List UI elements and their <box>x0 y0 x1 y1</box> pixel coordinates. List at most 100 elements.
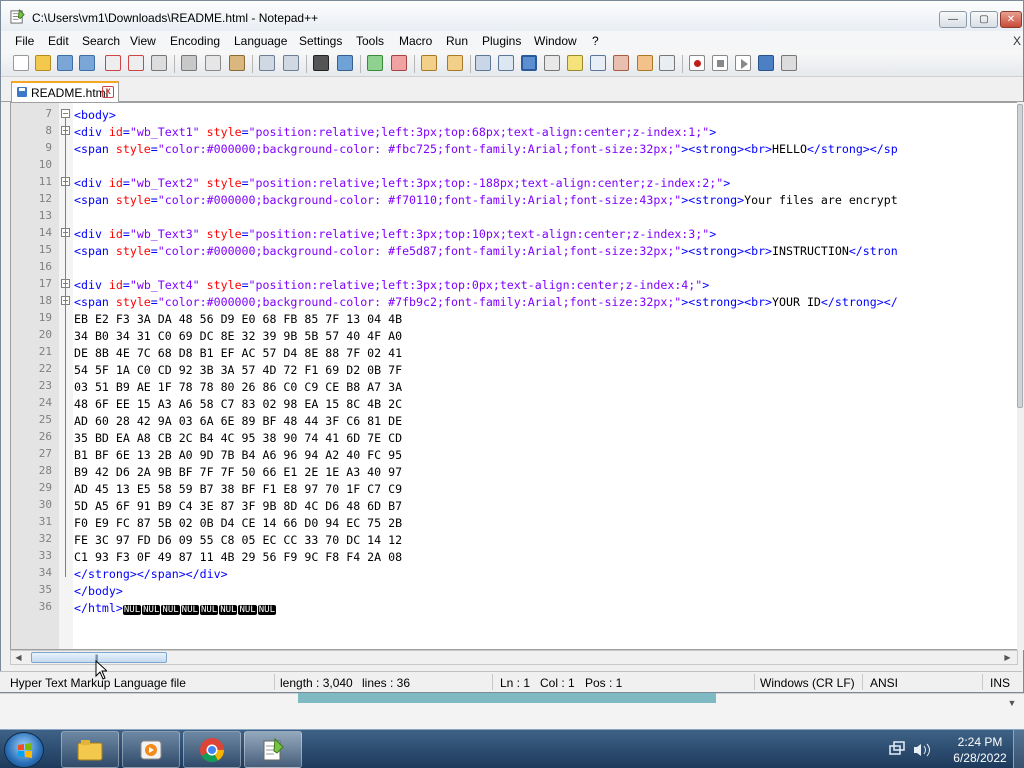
indent-guide-icon[interactable] <box>521 55 537 71</box>
clock-time[interactable]: 2:24 PM <box>950 735 1010 749</box>
open-file-icon[interactable] <box>35 55 51 71</box>
fold-toggle-icon[interactable] <box>61 109 70 118</box>
close-button[interactable]: ✕ <box>1000 11 1022 28</box>
code-line[interactable]: C1 93 F3 0F 49 87 11 4B 29 56 F9 9C F8 F… <box>74 549 402 566</box>
sync-horizontal-icon[interactable] <box>447 55 463 71</box>
code-line[interactable]: </html>NUL NUL NUL NUL NUL NUL NUL NUL <box>74 600 277 617</box>
close-all-icon[interactable] <box>128 55 144 71</box>
show-all-chars-icon[interactable] <box>498 55 514 71</box>
find-icon[interactable] <box>313 55 329 71</box>
zoom-out-icon[interactable] <box>391 55 407 71</box>
undo-icon[interactable] <box>259 55 275 71</box>
horizontal-scrollbar[interactable]: ◀ ||| ▶ <box>10 650 1018 665</box>
user-language-icon[interactable] <box>544 55 560 71</box>
scroll-right-arrow-icon[interactable]: ▶ <box>1001 652 1014 664</box>
save-all-icon[interactable] <box>79 55 95 71</box>
code-line[interactable]: B9 42 D6 2A 9B BF 7F 7F 50 66 E1 2E 1E A… <box>74 464 402 481</box>
word-wrap-icon[interactable] <box>475 55 491 71</box>
code-line[interactable]: EB E2 F3 3A DA 48 56 D9 E0 68 FB 85 7F 1… <box>74 311 402 328</box>
doc-map-icon[interactable] <box>567 55 583 71</box>
menu-settings[interactable]: Settings <box>299 34 342 48</box>
minimize-button[interactable]: — <box>939 11 967 28</box>
taskbar-notepadpp[interactable] <box>244 731 302 768</box>
taskbar-chrome[interactable] <box>183 731 241 768</box>
code-line[interactable]: FE 3C 97 FD D6 09 55 C8 05 EC CC 33 70 D… <box>74 532 402 549</box>
code-token: YOUR ID <box>772 295 821 309</box>
redo-icon[interactable] <box>283 55 299 71</box>
code-line[interactable]: DE 8B 4E 7C 68 D8 B1 EF AC 57 D4 8E 88 7… <box>74 345 402 362</box>
menu-file[interactable]: File <box>15 34 34 48</box>
clock-date[interactable]: 6/28/2022 <box>950 751 1010 765</box>
system-tray[interactable] <box>884 738 944 762</box>
fold-margin[interactable] <box>59 103 73 649</box>
stop-macro-icon[interactable] <box>712 55 728 71</box>
code-line[interactable]: 5D A5 6F 91 B9 C4 3E 87 3F 9B 8D 4C D6 4… <box>74 498 402 515</box>
code-line[interactable]: </body> <box>74 583 123 600</box>
paste-icon[interactable] <box>229 55 245 71</box>
menu-macro[interactable]: Macro <box>399 34 432 48</box>
run-macro-multiple-icon[interactable] <box>758 55 774 71</box>
code-line[interactable]: <span style="color:#000000;background-co… <box>74 192 898 209</box>
replace-icon[interactable] <box>337 55 353 71</box>
code-line[interactable]: 34 B0 34 31 C0 69 DC 8E 32 39 9B 5B 57 4… <box>74 328 402 345</box>
copy-icon[interactable] <box>205 55 221 71</box>
menu-window[interactable]: Window <box>534 34 577 48</box>
sync-vertical-icon[interactable] <box>421 55 437 71</box>
code-line[interactable]: <span style="color:#000000;background-co… <box>74 141 898 158</box>
document-close-x[interactable]: X <box>1013 34 1021 48</box>
menu-help[interactable]: ? <box>592 34 599 48</box>
show-desktop-button[interactable] <box>1013 730 1024 768</box>
status-encoding[interactable]: ANSI <box>870 676 898 690</box>
zoom-in-icon[interactable] <box>367 55 383 71</box>
print-icon[interactable] <box>151 55 167 71</box>
menu-language[interactable]: Language <box>234 34 287 48</box>
code-line[interactable]: <div id="wb_Text1" style="position:relat… <box>74 124 716 141</box>
editor-area[interactable]: 7 8 9 10 11 12 13 14 15 16 17 18 19 20 21 22 23 24 25 26 27 2… <box>10 102 1018 650</box>
code-line[interactable]: <div id="wb_Text3" style="position:relat… <box>74 226 716 243</box>
taskbar-file-explorer[interactable] <box>61 731 119 768</box>
maximize-button[interactable]: ▢ <box>970 11 998 28</box>
code-line[interactable]: 54 5F 1A C0 CD 92 3B 3A 57 4D 72 F1 69 D… <box>74 362 402 379</box>
code-line[interactable]: AD 60 28 42 9A 03 6A 6E 89 BF 48 44 3F C… <box>74 413 402 430</box>
code-line[interactable]: <div id="wb_Text4" style="position:relat… <box>74 277 709 294</box>
menu-tools[interactable]: Tools <box>356 34 384 48</box>
title-bar[interactable]: C:\Users\vm1\Downloads\README.html - Not… <box>1 1 1023 31</box>
menu-search[interactable]: Search <box>82 34 120 48</box>
scroll-left-arrow-icon[interactable]: ◀ <box>12 652 25 664</box>
monitor-folder-icon[interactable] <box>637 55 653 71</box>
taskbar-media-player[interactable] <box>122 731 180 768</box>
menu-encoding[interactable]: Encoding <box>170 34 220 48</box>
start-button[interactable] <box>4 732 44 768</box>
function-list-icon[interactable] <box>590 55 606 71</box>
folder-as-workspace-icon[interactable] <box>613 55 629 71</box>
menu-view[interactable]: View <box>130 34 156 48</box>
status-insert-mode[interactable]: INS <box>990 676 1010 690</box>
cut-icon[interactable] <box>181 55 197 71</box>
code-line[interactable]: B1 BF 6E 13 2B A0 9D 7B B4 A6 96 94 A2 4… <box>74 447 402 464</box>
code-line[interactable]: AD 45 13 E5 58 59 B7 38 BF F1 E8 97 70 1… <box>74 481 402 498</box>
code-line[interactable]: 03 51 B9 AE 1F 78 78 80 26 86 C0 C9 CE B… <box>74 379 402 396</box>
code-line[interactable]: </strong></span></div> <box>74 566 228 583</box>
close-file-icon[interactable] <box>105 55 121 71</box>
code-line[interactable]: 35 BD EA A8 CB 2C B4 4C 95 38 90 74 41 6… <box>74 430 402 447</box>
save-macro-icon[interactable] <box>781 55 797 71</box>
save-icon[interactable] <box>57 55 73 71</box>
menu-plugins[interactable]: Plugins <box>482 34 521 48</box>
status-eol[interactable]: Windows (CR LF) <box>760 676 855 690</box>
monitoring-eye-icon[interactable] <box>659 55 675 71</box>
tab-close-icon[interactable]: x <box>102 86 114 98</box>
menu-edit[interactable]: Edit <box>48 34 69 48</box>
code-line[interactable]: <span style="color:#000000;background-co… <box>74 294 898 311</box>
tab-readme-html[interactable]: README.html x <box>11 81 119 102</box>
play-macro-icon[interactable] <box>735 55 751 71</box>
code-line[interactable]: <body> <box>74 107 116 124</box>
code-line[interactable]: <div id="wb_Text2" style="position:relat… <box>74 175 730 192</box>
code-line[interactable]: 48 6F EE 15 A3 A6 58 C7 83 02 98 EA 15 8… <box>74 396 402 413</box>
code-line[interactable]: <span style="color:#000000;background-co… <box>74 243 898 260</box>
menu-run[interactable]: Run <box>446 34 468 48</box>
record-macro-icon[interactable] <box>689 55 705 71</box>
code-view[interactable]: <body> <div id="wb_Text1" style="position… <box>74 105 1014 649</box>
vertical-scroll-thumb[interactable] <box>1017 104 1023 408</box>
code-line[interactable]: F0 E9 FC 87 5B 02 0B D4 CE 14 66 D0 94 E… <box>74 515 402 532</box>
new-file-icon[interactable] <box>13 55 29 71</box>
